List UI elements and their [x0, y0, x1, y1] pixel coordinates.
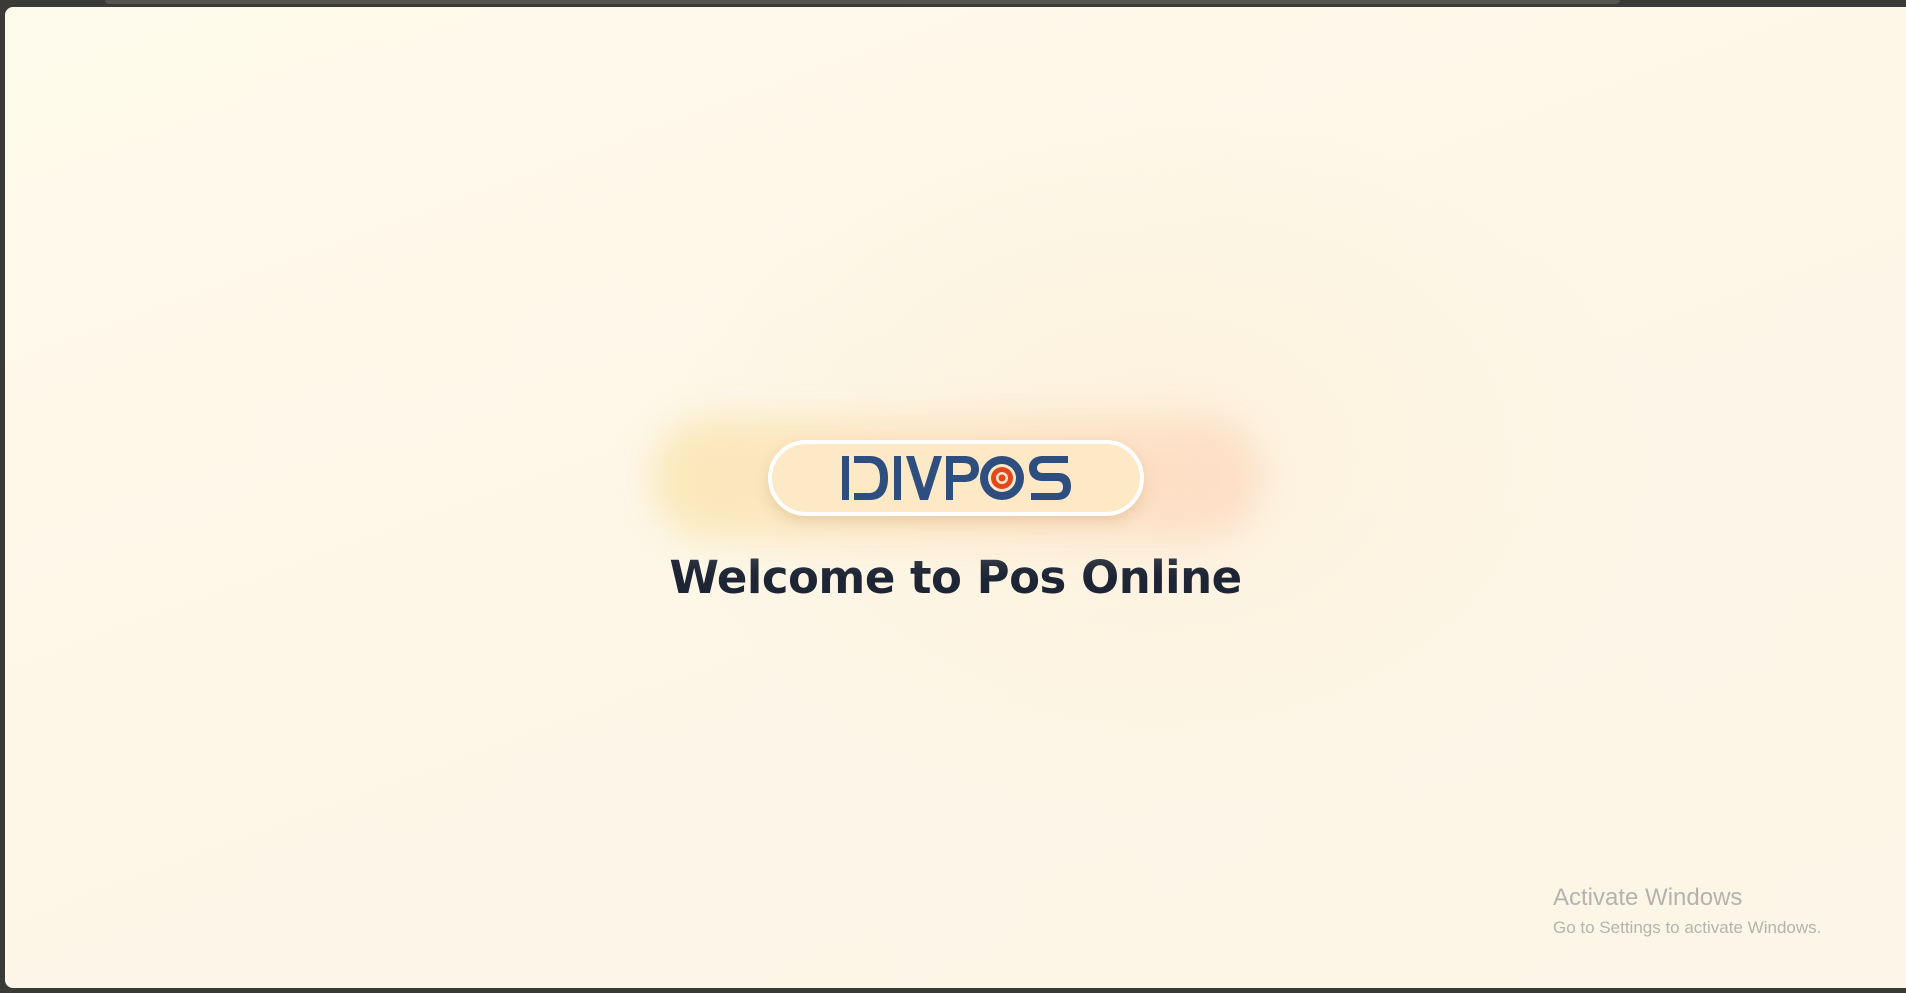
app-viewport: Welcome to Pos Online Activate Windows G… [5, 7, 1906, 988]
window-top-bar [105, 0, 1620, 4]
activate-windows-watermark: Activate Windows Go to Settings to activ… [1553, 884, 1821, 940]
logo-badge [767, 440, 1144, 516]
welcome-title: Welcome to Pos Online [669, 551, 1242, 604]
activate-windows-title: Activate Windows [1553, 884, 1743, 911]
divpos-logo [841, 456, 1071, 500]
activate-windows-subtitle: Go to Settings to activate Windows. [1553, 918, 1822, 937]
target-icon [990, 467, 1013, 489]
window-frame: Welcome to Pos Online Activate Windows G… [0, 0, 1906, 993]
splash-content: Welcome to Pos Online [5, 417, 1906, 604]
logo-container [650, 417, 1261, 539]
